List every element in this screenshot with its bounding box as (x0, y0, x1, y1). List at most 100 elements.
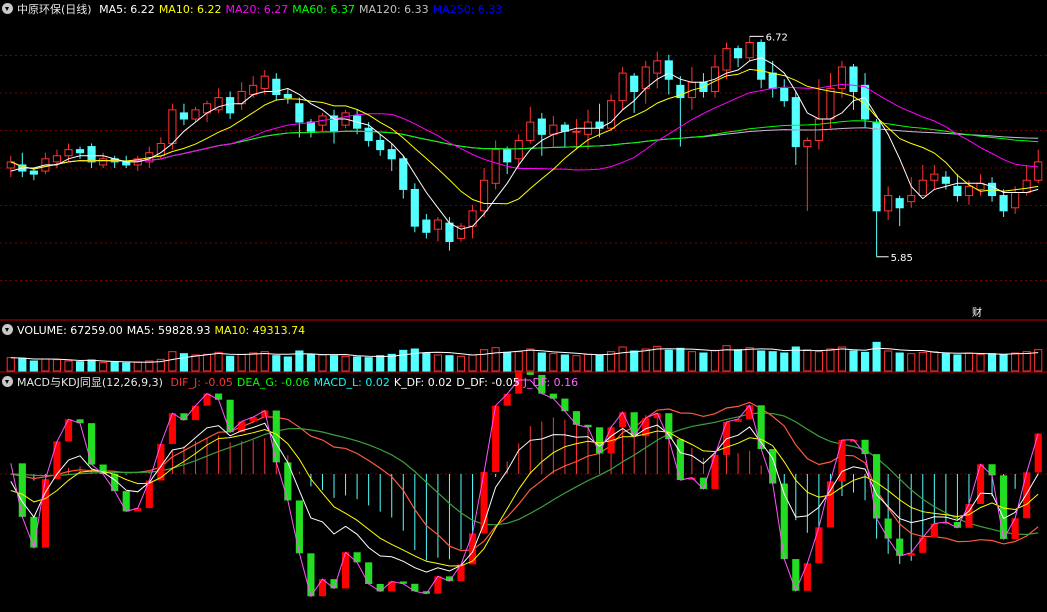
volume-bar (87, 359, 96, 372)
candle-body (179, 112, 189, 120)
volume-bar (226, 355, 235, 372)
kdj-block (468, 533, 477, 565)
macd-value-5: J_DF: 0.16 (523, 376, 579, 389)
volume-bar (503, 351, 512, 372)
candle-body (872, 121, 881, 212)
volume-bar (826, 348, 835, 372)
kdj-block (88, 423, 96, 465)
volume-bar (837, 346, 847, 372)
candle-body (480, 179, 489, 212)
volume-bar (976, 353, 985, 372)
dea-line (10, 412, 1039, 536)
kdj-block (873, 454, 881, 519)
volume-bar (884, 350, 893, 372)
volume-bar (110, 361, 119, 372)
kdj-block (930, 523, 938, 538)
volume-bar (29, 360, 38, 372)
kdj-block (884, 518, 892, 539)
candle-body (537, 118, 546, 135)
volume-bar (699, 352, 708, 372)
kdj-block (815, 527, 823, 564)
kdj-block (503, 393, 511, 406)
volume-bar (75, 361, 85, 372)
volume-bar (41, 358, 50, 372)
candle-body (1034, 161, 1043, 181)
kdj-block (676, 439, 684, 481)
kdj-block (492, 405, 500, 473)
kdj-block (699, 477, 708, 490)
candle-body (387, 149, 396, 160)
volume-bar (329, 355, 339, 372)
candle-body (999, 195, 1008, 212)
price-ma-value-4: MA120: 6.33 (358, 3, 429, 16)
candle-body (433, 219, 442, 230)
macd-value-4: D_DF: -0.05 (456, 376, 520, 389)
volume-bar (1022, 351, 1031, 372)
kdj-block (746, 405, 754, 420)
volume-bar (456, 355, 466, 372)
kdj-block (1011, 518, 1019, 539)
candle-body (249, 84, 258, 96)
volume-bar (445, 355, 454, 372)
macd-legend: MACD与KDJ同显(12,26,9,3) DIF_J: -0.05 DEA_G:… (2, 375, 586, 390)
volume-bar (1011, 352, 1020, 372)
macd-value-2: MACD_L: 0.02 (313, 376, 390, 389)
candle-body (75, 149, 85, 154)
volume-bar (964, 352, 974, 372)
candle-body (503, 149, 512, 163)
volume-bar (595, 354, 604, 372)
candle-body (99, 158, 108, 166)
volume-bar (422, 352, 431, 372)
volume-value-2: MA10: 49313.74 (214, 324, 306, 337)
candle-body (491, 149, 500, 184)
kdj-block (896, 538, 904, 556)
finance-marker: 财 (972, 306, 982, 319)
volume-bar (733, 349, 743, 372)
candle-body (745, 41, 754, 59)
kdj-block (919, 537, 927, 553)
macd-value-0: DIF_J: -0.05 (170, 376, 233, 389)
volume-value-0: VOLUME: 67259.00 (17, 324, 123, 337)
volume-bar (560, 354, 569, 372)
panel-menu-icon[interactable] (2, 3, 13, 14)
candle-body (306, 121, 316, 132)
candle-body (376, 139, 385, 151)
kdj-block (1023, 472, 1031, 519)
kdj-block (41, 479, 49, 548)
candle-body (526, 121, 535, 141)
kdj-block (595, 427, 604, 454)
volume-bar (849, 350, 858, 372)
candle-body (514, 139, 523, 160)
kdj-block (295, 500, 303, 554)
price-ma-value-3: MA60: 6.37 (292, 3, 355, 16)
candle-body (87, 146, 96, 163)
price-ma-value-5: MA250: 6.33 (432, 3, 503, 16)
kdj-block (122, 491, 130, 512)
kdj-block (826, 481, 835, 528)
volume-bar (953, 354, 962, 372)
candle-body (941, 176, 950, 184)
panel-menu-icon[interactable] (2, 324, 13, 335)
volume-bar (803, 349, 812, 372)
ma10-line (10, 68, 1039, 205)
volume-bar (260, 351, 269, 372)
candle-body (664, 60, 673, 80)
volume-bar (930, 351, 939, 372)
kdj-block (988, 464, 996, 476)
volume-bar (895, 352, 904, 372)
volume-bar (687, 351, 696, 372)
volume-bar (214, 351, 223, 372)
volume-bar (780, 352, 789, 372)
volume-bar (814, 351, 823, 372)
panel-menu-icon[interactable] (2, 376, 13, 387)
volume-bar (410, 348, 419, 372)
candle-body (607, 100, 616, 129)
candle-body (260, 75, 269, 89)
volume-bar (433, 354, 442, 372)
volume-bar (664, 349, 673, 372)
candle-body (422, 219, 431, 233)
volume-bar (272, 355, 281, 372)
candle-body (630, 75, 639, 92)
volume-bar (191, 354, 200, 372)
volume-bar (202, 353, 212, 372)
